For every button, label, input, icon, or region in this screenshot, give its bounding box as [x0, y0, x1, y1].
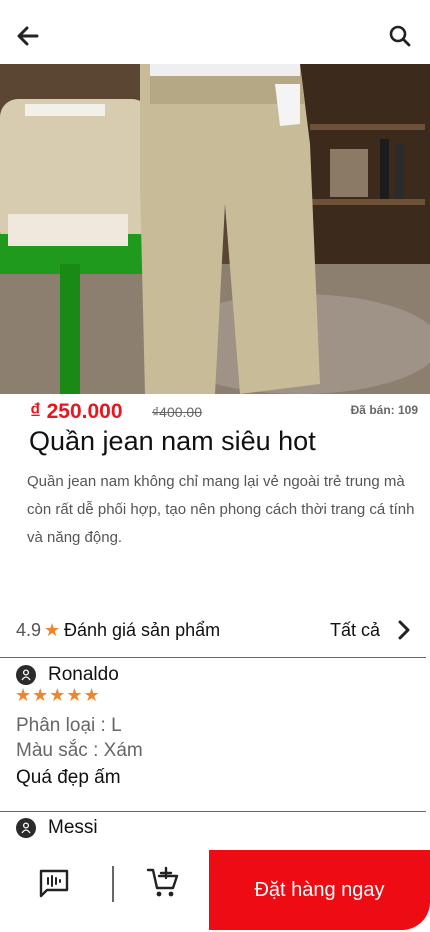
review-variant: Phân loại : L — [16, 715, 122, 736]
rating-score: 4.9 — [16, 620, 42, 640]
divider — [0, 657, 426, 658]
divider — [0, 811, 426, 812]
divider — [112, 866, 114, 902]
product-title: Quần jean nam siêu hot — [29, 426, 316, 456]
product-description: Quần jean nam không chỉ mang lại vẻ ngoà… — [27, 473, 415, 546]
review-color: Màu sắc : Xám — [16, 740, 143, 761]
see-all-reviews-link[interactable]: Tất cả — [330, 620, 380, 641]
reviewer-name: Messi — [48, 817, 98, 838]
current-price: ₫ 250.000 — [30, 400, 123, 423]
review-comment: Quá đẹp ấm — [16, 767, 121, 788]
bottom-action-bar: Đặt hàng ngay — [0, 850, 430, 932]
product-image — [0, 64, 430, 394]
review-stars: ★★★★★ — [15, 685, 101, 705]
search-icon[interactable] — [386, 22, 414, 50]
user-icon — [16, 665, 36, 685]
add-to-cart-icon[interactable] — [146, 866, 180, 905]
top-bar — [0, 0, 430, 64]
back-arrow-icon[interactable] — [14, 22, 42, 50]
rating-section-title: Đánh giá sản phẩm — [64, 620, 221, 640]
star-icon: ★ — [44, 620, 61, 640]
sold-count: Đã bán: 109 — [350, 403, 418, 417]
reviewer-name: Ronaldo — [48, 664, 119, 685]
original-price: ₫400.00 — [152, 404, 203, 420]
chevron-right-icon[interactable] — [394, 618, 414, 647]
order-now-button[interactable]: Đặt hàng ngay — [209, 850, 430, 930]
rating-header: 4.9 ★ Đánh giá sản phẩm Tất cả — [0, 616, 430, 646]
user-icon — [16, 818, 36, 838]
price-row: ₫ 250.000 ₫400.00 Đã bán: 109 — [0, 398, 430, 428]
chat-icon[interactable] — [38, 868, 70, 903]
